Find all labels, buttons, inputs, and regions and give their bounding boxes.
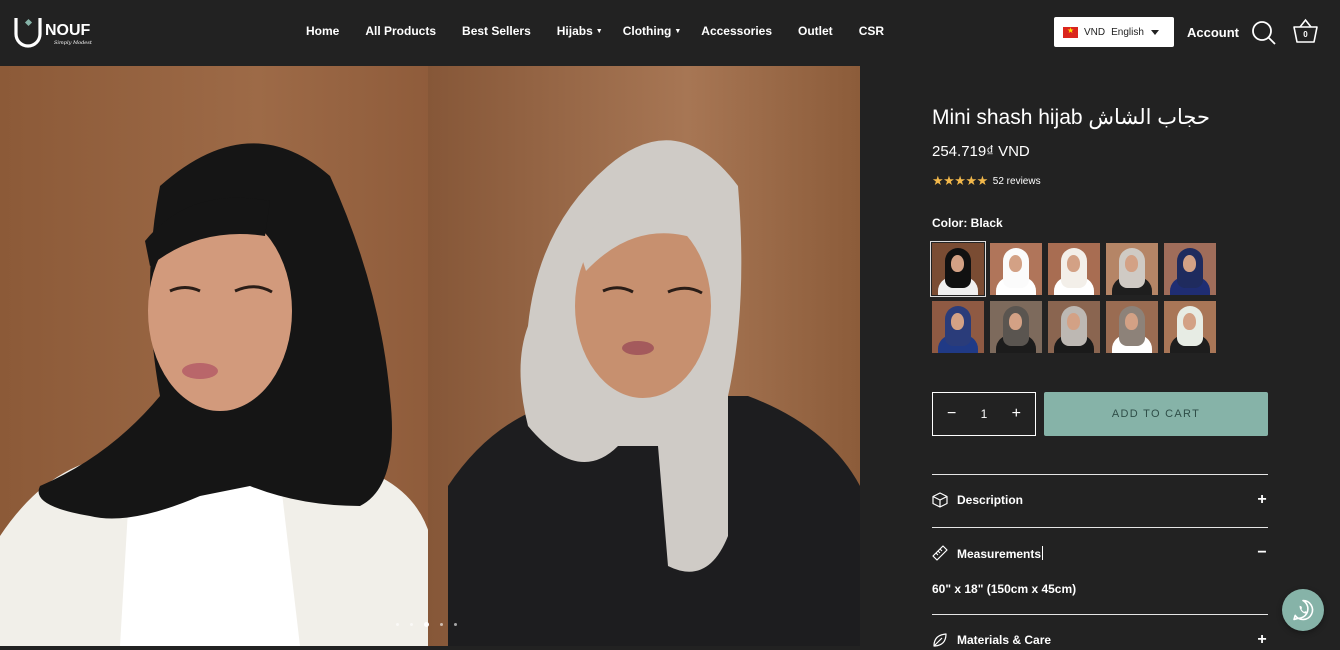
nav-home[interactable]: Home (306, 24, 339, 42)
reviews-count: 52 reviews (992, 175, 1041, 187)
nav-label: Hijabs (556, 24, 593, 38)
product-photo-black-hijab (0, 66, 430, 646)
nav-accessories[interactable]: Accessories (701, 24, 772, 42)
expand-icon: + (1257, 631, 1267, 648)
site-header: NOUF Simply Modest Home All Products Bes… (0, 0, 1340, 66)
divider (932, 614, 1268, 615)
gallery-dot[interactable] (396, 623, 399, 626)
accordion-description[interactable]: Description + (932, 490, 1268, 510)
measurements-content: 60" x 18" (150cm x 45cm) (932, 582, 1077, 596)
swatch-white[interactable] (990, 243, 1042, 295)
main-nav: Home All Products Best Sellers Hijabs ▼ C… (306, 24, 910, 42)
chevron-down-icon: ▼ (595, 28, 603, 35)
product-gallery[interactable] (0, 66, 860, 646)
box-icon (932, 492, 948, 508)
nouf-logo[interactable]: NOUF Simply Modest (12, 14, 96, 50)
whatsapp-chat-button[interactable] (1282, 589, 1324, 631)
divider (932, 527, 1268, 528)
increase-quantity-button[interactable]: + (1012, 405, 1021, 423)
accordion-materials-care[interactable]: Materials & Care + (932, 630, 1268, 650)
quantity-stepper[interactable]: − 1 + (932, 392, 1036, 436)
vietnam-flag-icon (1063, 26, 1078, 38)
swatch-navy[interactable] (1164, 243, 1216, 295)
nav-best-sellers[interactable]: Best Sellers (462, 24, 531, 42)
whatsapp-icon (1293, 599, 1314, 621)
nav-outlet[interactable]: Outlet (798, 24, 833, 42)
caret-down-icon (1150, 29, 1159, 35)
add-to-cart-button[interactable]: ADD TO CART (1044, 392, 1268, 436)
color-swatches (930, 241, 1222, 359)
accordion-title: Measurements (957, 545, 1256, 561)
accordion-measurements[interactable]: Measurements − (932, 543, 1268, 563)
currency-code: VND (1084, 26, 1106, 38)
currency-language-selector[interactable]: VND English (1054, 17, 1174, 47)
quantity-value[interactable]: 1 (981, 407, 988, 421)
nav-label: CSR (858, 24, 885, 38)
swatch-grey[interactable] (1048, 301, 1100, 353)
color-label: Color: Black (932, 216, 1003, 230)
gallery-dot[interactable] (410, 623, 413, 626)
text-cursor (1042, 545, 1044, 560)
swatch-light-grey[interactable] (1106, 243, 1158, 295)
logo-tagline: Simply Modest (54, 40, 93, 46)
divider (932, 474, 1268, 475)
gallery-dot[interactable] (454, 623, 457, 626)
product-title: Mini shash hijab حجاب الشاش (932, 106, 1210, 129)
cart-count: 0 (1303, 30, 1308, 39)
rating-stars: ★★★★★ (932, 173, 988, 188)
nav-clothing[interactable]: Clothing ▼ (623, 24, 682, 42)
nav-label: Clothing (622, 24, 672, 38)
nav-label: Accessories (701, 24, 773, 38)
product-photo-grey-hijab (428, 66, 860, 646)
swatch-sage[interactable] (1164, 301, 1216, 353)
nav-label: Outlet (798, 24, 833, 38)
swatch-charcoal[interactable] (990, 301, 1042, 353)
swatch-royal-blue[interactable] (932, 301, 984, 353)
accordion-title-text: Measurements (957, 546, 1042, 561)
product-price: 254.719₫ VND (932, 143, 1030, 160)
accordion-title: Materials & Care (957, 633, 1052, 647)
account-link[interactable]: Account (1187, 25, 1239, 40)
accordion-title: Description (957, 493, 1024, 507)
ruler-icon (932, 545, 948, 561)
swatch-off-white[interactable] (1048, 243, 1100, 295)
nav-csr[interactable]: CSR (859, 24, 884, 42)
expand-icon: + (1257, 491, 1267, 508)
swatch-black[interactable] (930, 241, 986, 297)
gallery-dot-active[interactable] (424, 622, 429, 627)
swatch-taupe[interactable] (1106, 301, 1158, 353)
logo-wordmark: NOUF (45, 22, 91, 39)
gallery-pagination (396, 622, 468, 627)
product-rating[interactable]: ★★★★★ 52 reviews (932, 173, 1041, 189)
search-icon[interactable] (1251, 20, 1277, 46)
nav-all-products[interactable]: All Products (365, 24, 436, 42)
nav-hijabs[interactable]: Hijabs ▼ (557, 24, 603, 42)
basket-icon[interactable]: 0 (1292, 18, 1319, 44)
gallery-dot[interactable] (440, 623, 443, 626)
nav-label: Home (306, 24, 340, 38)
language-label: English (1111, 26, 1144, 38)
collapse-icon: − (1257, 544, 1267, 561)
nav-label: Best Sellers (462, 24, 531, 38)
nav-label: All Products (365, 24, 437, 38)
decrease-quantity-button[interactable]: − (947, 405, 956, 423)
chevron-down-icon: ▼ (674, 28, 682, 35)
